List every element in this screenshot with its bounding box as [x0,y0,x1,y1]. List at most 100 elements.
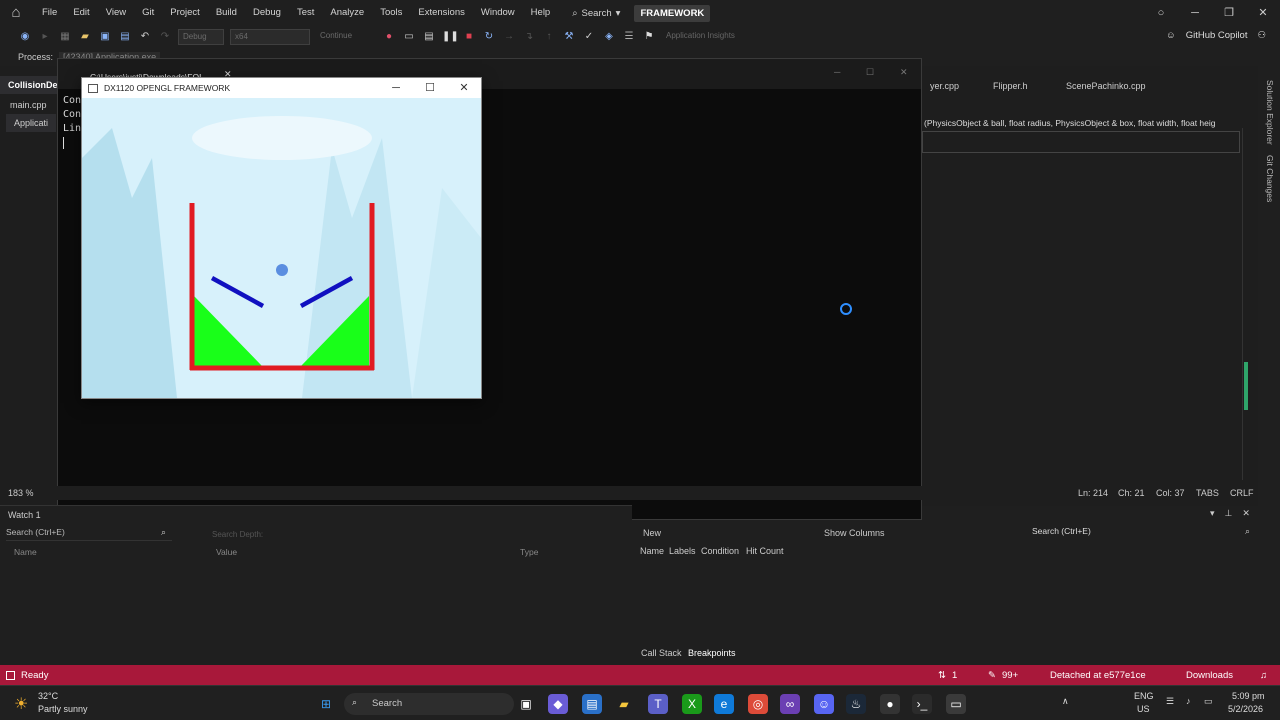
col-name[interactable]: Name [14,547,37,557]
chrome-icon[interactable]: ◎ [748,694,768,714]
tray-overflow-icon[interactable]: ∧ [1062,696,1069,707]
visual-studio-icon[interactable]: ∞ [780,694,800,714]
tab-breakpoints[interactable]: Breakpoints [688,648,736,658]
menu-window[interactable]: Window [473,0,523,26]
col-bp-hitcount[interactable]: Hit Count [746,546,784,556]
menu-edit[interactable]: Edit [65,0,97,26]
close-button[interactable]: ✕ [1246,0,1280,26]
save-all-icon[interactable]: ▤ [118,30,132,44]
col-bp-name[interactable]: Name [640,546,664,556]
layout-icon[interactable]: ▤ [422,30,436,44]
pause-icon[interactable]: ❚❚ [442,30,459,44]
close-icon[interactable]: ✕ [1242,508,1250,519]
xbox-icon[interactable]: X [682,694,702,714]
console-maximize-button[interactable]: ☐ [866,67,874,78]
col-bp-condition[interactable]: Condition [701,546,739,556]
step-over-icon[interactable]: ↴ [522,30,536,44]
col-type[interactable]: Type [520,547,538,557]
restart-icon[interactable]: ↻ [482,30,496,44]
tab-player-cpp[interactable]: yer.cpp [922,77,967,95]
weather-temp[interactable]: 32°C [38,691,58,701]
platform-dropdown[interactable]: x64 [230,29,310,45]
watch-search-input[interactable]: Search (Ctrl+E) ⌕ [6,527,172,541]
check-icon[interactable]: ✓ [582,30,596,44]
menu-analyze[interactable]: Analyze [322,0,372,26]
volume-icon[interactable]: ♪ [1186,696,1191,706]
menu-test[interactable]: Test [289,0,322,26]
wifi-icon[interactable]: ☰ [1166,696,1174,707]
bookmark-icon[interactable]: ⚑ [642,30,656,44]
back-icon[interactable]: ◉ [18,30,32,44]
chevron-down-icon[interactable]: ▾ [1210,508,1215,519]
tab-application[interactable]: Applicati [6,114,57,132]
start-button[interactable]: ⊞ [316,694,336,714]
indent-mode[interactable]: TABS [1196,488,1219,498]
stop-icon[interactable]: ■ [462,30,476,44]
maximize-button[interactable]: ❐ [1212,0,1246,26]
notification-icon[interactable]: ♫ [1260,670,1267,681]
diagnostic-icon[interactable]: ⚒ [562,30,576,44]
weather-icon[interactable]: ☀ [14,694,28,714]
breakpoints-search-input[interactable]: Search (Ctrl+E) ⌕ [1032,526,1252,540]
global-search[interactable]: ⌕ Search ▾ [572,8,620,19]
solution-explorer-tab[interactable]: Solution Explorer [1265,80,1275,145]
game-maximize-button[interactable]: ☐ [413,78,447,98]
steam-icon[interactable]: ♨ [846,694,866,714]
edge-icon[interactable]: e [714,694,734,714]
menu-view[interactable]: View [98,0,134,26]
game-window[interactable]: DX1120 OPENGL FRAMEWORK ─ ☐ ✕ [81,77,482,399]
menu-extensions[interactable]: Extensions [410,0,472,26]
menu-git[interactable]: Git [134,0,162,26]
col-value[interactable]: Value [216,547,237,557]
new-project-icon[interactable]: ▦ [58,30,72,44]
open-folder-icon[interactable]: ▰ [78,30,92,44]
application-insights-button[interactable]: Application Insights [662,29,762,45]
hot-reload-icon[interactable]: ● [382,30,396,44]
format-icon[interactable]: ☰ [622,30,636,44]
continue-button[interactable]: Continue [316,29,376,45]
menu-help[interactable]: Help [523,0,559,26]
game-minimize-button[interactable]: ─ [379,78,413,98]
git-status[interactable]: Detached at e577e1ce [1050,670,1146,681]
redo-icon[interactable]: ↷ [158,30,172,44]
show-columns-button[interactable]: Show Columns [824,528,885,538]
new-breakpoint-button[interactable]: New [643,528,661,538]
clock-date[interactable]: 5/2/2026 [1228,704,1263,714]
save-icon[interactable]: ▣ [98,30,112,44]
github-icon[interactable]: ● [880,694,900,714]
taskbar-search[interactable]: ⌕ Search [344,693,514,715]
tab-flipper-h[interactable]: Flipper.h [985,77,1036,95]
game-titlebar[interactable]: DX1120 OPENGL FRAMEWORK ─ ☐ ✕ [82,78,481,98]
menu-project[interactable]: Project [162,0,208,26]
console-close-button[interactable]: ✕ [900,67,908,78]
teams-icon[interactable]: T [648,694,668,714]
configuration-dropdown[interactable]: Debug [178,29,224,45]
function-signature-dropdown[interactable]: (PhysicsObject & ball, float radius, Phy… [924,118,1240,128]
col-bp-labels[interactable]: Labels [669,546,696,556]
scrollbar-thumb[interactable] [1244,362,1248,410]
step-out-icon[interactable]: ↑ [542,30,556,44]
pin-icon[interactable]: ⊥ [1225,508,1233,519]
battery-icon[interactable]: ▭ [1204,696,1213,707]
undo-icon[interactable]: ↶ [138,30,152,44]
changes-count[interactable]: 99+ [1002,670,1018,681]
screenshot-icon[interactable]: ▭ [402,30,416,44]
forward-icon[interactable]: ▸ [38,30,52,44]
game-window-taskbar-icon[interactable]: ▭ [946,694,966,714]
tab-call-stack[interactable]: Call Stack [641,648,682,658]
line-ending[interactable]: CRLF [1230,488,1254,498]
account-icon[interactable]: ○ [1144,0,1178,26]
task-view-icon[interactable]: ▣ [516,694,536,714]
lang-bottom[interactable]: US [1137,704,1150,714]
visual-studio-logo-icon[interactable]: ⌂ [6,3,26,23]
zoom-level[interactable]: 183 % [8,488,34,498]
terminal-icon[interactable]: ›_ [912,694,932,714]
menu-file[interactable]: File [34,0,65,26]
file-explorer-icon[interactable]: ▰ [614,694,634,714]
tab-scene-pachinko[interactable]: ScenePachinko.cpp [1058,77,1154,95]
menu-build[interactable]: Build [208,0,245,26]
console-minimize-button[interactable]: ─ [834,67,840,77]
lang-top[interactable]: ENG [1134,691,1154,701]
step-icon[interactable]: → [502,30,516,44]
downloads-repo[interactable]: Downloads [1186,670,1233,681]
